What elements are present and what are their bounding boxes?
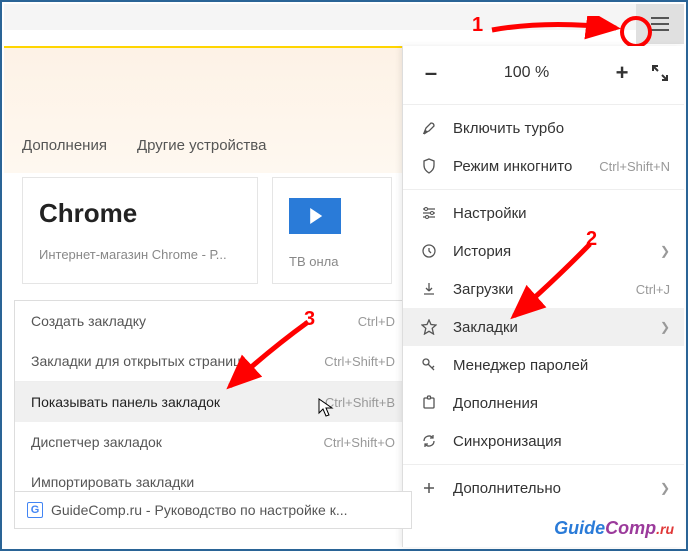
play-icon <box>289 198 341 234</box>
submenu-label: Диспетчер закладок <box>31 434 162 450</box>
menu-label: Дополнительно <box>453 480 561 497</box>
chevron-right-icon: ❯ <box>660 320 670 334</box>
speed-dial-tiles: Chrome Интернет-магазин Chrome - Р... ТВ… <box>22 177 392 284</box>
zoom-out-button[interactable]: – <box>419 60 443 86</box>
incognito-icon <box>419 156 439 176</box>
menu-label: Синхронизация <box>453 433 562 450</box>
menu-settings[interactable]: Настройки <box>403 194 684 232</box>
chevron-right-icon: ❯ <box>660 244 670 258</box>
menu-label: Включить турбо <box>453 120 564 137</box>
main-menu: – 100 % + Включить турбо Режим инкогнито… <box>402 46 684 547</box>
shortcut: Ctrl+Shift+B <box>325 395 395 410</box>
zoom-controls: – 100 % + <box>403 46 684 100</box>
separator <box>403 104 684 105</box>
sliders-icon <box>419 203 439 223</box>
menu-label: Загрузки <box>453 281 513 298</box>
menu-bookmarks[interactable]: Закладки ❯ <box>403 308 684 346</box>
fullscreen-button[interactable] <box>652 65 668 81</box>
shortcut: Ctrl+Shift+O <box>323 435 395 450</box>
tab-addons[interactable]: Дополнения <box>22 137 107 154</box>
watermark-part: .ru <box>656 521 674 537</box>
history-icon <box>419 241 439 261</box>
tile-tv-title: ТВ онла <box>289 254 375 269</box>
star-icon <box>419 317 439 337</box>
tile-chrome-title: Chrome <box>39 198 241 229</box>
menu-label: Режим инкогнито <box>453 158 572 175</box>
submenu-bookmark-manager[interactable]: Диспетчер закладок Ctrl+Shift+O <box>15 422 411 462</box>
zoom-in-button[interactable]: + <box>610 60 634 86</box>
speed-dial-tabs: Дополнения Другие устройства <box>22 137 266 154</box>
bookmarks-submenu: Создать закладку Ctrl+D Закладки для отк… <box>14 300 412 503</box>
shortcut: Ctrl+Shift+D <box>324 354 395 369</box>
menu-button[interactable] <box>636 4 684 44</box>
rocket-icon <box>419 118 439 138</box>
sync-icon <box>419 431 439 451</box>
plus-icon <box>419 478 439 498</box>
submenu-label: Закладки для открытых страниц <box>31 353 241 369</box>
tile-chrome[interactable]: Chrome Интернет-магазин Chrome - Р... <box>22 177 258 284</box>
menu-addons[interactable]: Дополнения <box>403 384 684 422</box>
submenu-bookmark-open-tabs[interactable]: Закладки для открытых страниц Ctrl+Shift… <box>15 341 411 381</box>
watermark-part: Comp <box>605 518 656 538</box>
titlebar <box>4 4 684 30</box>
chevron-right-icon: ❯ <box>660 481 670 495</box>
watermark-part: Guide <box>554 518 605 538</box>
window-frame: Дополнения Другие устройства Chrome Инте… <box>0 0 688 551</box>
shortcut: Ctrl+J <box>636 282 670 297</box>
separator <box>403 189 684 190</box>
separator <box>403 464 684 465</box>
menu-more[interactable]: Дополнительно ❯ <box>403 469 684 507</box>
menu-incognito[interactable]: Режим инкогнито Ctrl+Shift+N <box>403 147 684 185</box>
shortcut: Ctrl+Shift+N <box>599 159 670 174</box>
watermark: GuideComp.ru <box>554 518 674 539</box>
menu-history[interactable]: История ❯ <box>403 232 684 270</box>
menu-passwords[interactable]: Менеджер паролей <box>403 346 684 384</box>
menu-downloads[interactable]: Загрузки Ctrl+J <box>403 270 684 308</box>
menu-sync[interactable]: Синхронизация <box>403 422 684 460</box>
submenu-label: Создать закладку <box>31 313 146 329</box>
shortcut: Ctrl+D <box>358 314 395 329</box>
puzzle-icon <box>419 393 439 413</box>
menu-label: Настройки <box>453 205 527 222</box>
submenu-label: Показывать панель закладок <box>31 394 220 410</box>
tab-devices[interactable]: Другие устройства <box>137 137 266 154</box>
status-text: GuideComp.ru - Руководство по настройке … <box>51 502 348 518</box>
download-icon <box>419 279 439 299</box>
menu-label: Дополнения <box>453 395 538 412</box>
menu-label: Закладки <box>453 319 518 336</box>
status-bar[interactable]: G GuideComp.ru - Руководство по настройк… <box>14 491 412 529</box>
menu-turbo[interactable]: Включить турбо <box>403 109 684 147</box>
zoom-value: 100 % <box>443 64 610 82</box>
tile-tv[interactable]: ТВ онла <box>272 177 392 284</box>
submenu-create-bookmark[interactable]: Создать закладку Ctrl+D <box>15 301 411 341</box>
tile-chrome-sub: Интернет-магазин Chrome - Р... <box>39 247 241 262</box>
menu-label: Менеджер паролей <box>453 357 588 374</box>
site-favicon: G <box>27 502 43 518</box>
submenu-show-bookmarks-bar[interactable]: Показывать панель закладок Ctrl+Shift+B <box>15 381 411 422</box>
key-icon <box>419 355 439 375</box>
submenu-label: Импортировать закладки <box>31 474 194 490</box>
menu-label: История <box>453 243 511 260</box>
